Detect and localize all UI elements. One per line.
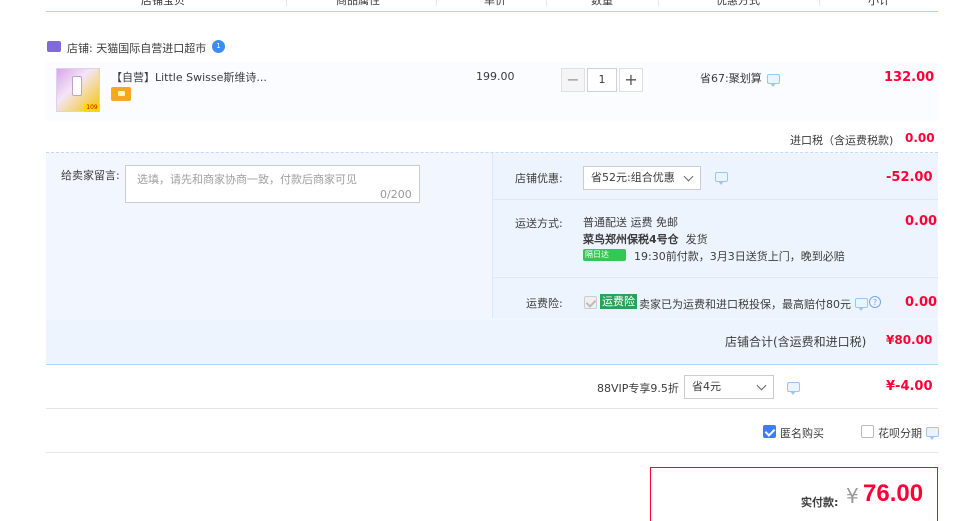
quantity-plus-button[interactable]: + (619, 68, 643, 92)
quantity-stepper: − 1 + (561, 68, 643, 92)
huabei-label[interactable]: 花呗分期 (878, 425, 922, 441)
anonymous-checkbox[interactable] (763, 425, 776, 438)
header-separator (436, 0, 437, 6)
product-bottle-image (72, 76, 82, 96)
next-day-badge: 隔日达 (583, 249, 626, 261)
quantity-input[interactable]: 1 (587, 68, 617, 92)
shop-badge[interactable]: 1 (212, 40, 225, 53)
shop-discount-selected: 省52元:组合优惠 (591, 171, 675, 184)
header-price: 单价 (484, 0, 506, 7)
header-attributes: 商品属性 (336, 0, 380, 7)
memo-char-count: 0/200 (380, 188, 412, 201)
payment-total: 76.00 (863, 480, 924, 507)
shipping-warehouse-line: 菜鸟郑州保税4号仓 发货 (583, 231, 708, 247)
vip-discount-select[interactable]: 省4元 (684, 375, 774, 399)
header-separator (819, 0, 820, 6)
shop-icon (47, 41, 61, 52)
quantity-minus-button[interactable]: − (561, 68, 585, 92)
panel-divider (492, 153, 493, 318)
shop-total-value: ¥80.00 (886, 333, 933, 347)
insurance-tag: 运费险 (600, 294, 637, 309)
import-tax-value: 0.00 (905, 131, 935, 145)
payment-label: 实付款: (801, 496, 839, 509)
shipping-value: 0.00 (905, 214, 938, 229)
column-header: 店铺宝贝 商品属性 单价 数量 优惠方式 小计 (46, 0, 938, 12)
huabei-checkbox[interactable] (861, 425, 874, 438)
chat-icon[interactable] (855, 298, 868, 311)
memo-placeholder: 选填，请先和商家协商一致，付款后商家可见 (137, 173, 357, 186)
shipping-label: 运送方式: (515, 217, 563, 230)
chat-icon[interactable] (787, 382, 800, 395)
divider (46, 408, 938, 409)
header-subtotal: 小计 (868, 0, 890, 7)
shipping-dispatch: 发货 (685, 233, 708, 246)
insurance-label: 运费险: (526, 297, 563, 310)
import-tax-label: 进口税（含运费税款) (790, 134, 894, 147)
shipping-row (493, 200, 938, 276)
header-separator (286, 0, 287, 6)
product-thumb-tag: 109 (84, 104, 100, 112)
header-separator (658, 0, 659, 6)
header-discount: 优惠方式 (716, 0, 760, 7)
currency-symbol: ¥ (846, 484, 859, 508)
insurance-text: 卖家已为运费和进口税投保，最高赔付80元 (639, 298, 851, 311)
chevron-down-icon (683, 171, 694, 182)
chat-icon[interactable] (715, 172, 728, 185)
shipping-method: 普通配送 运费 免邮 (583, 216, 678, 229)
header-quantity: 数量 (591, 0, 613, 7)
divider (46, 452, 938, 453)
memo-label: 给卖家留言: (61, 169, 120, 182)
divider (46, 364, 938, 365)
help-icon[interactable]: ? (869, 296, 881, 308)
shop-total-label: 店铺合计(含运费和进口税) (725, 335, 867, 349)
insurance-checkbox[interactable] (584, 296, 597, 309)
item-promo: 省67:聚划算 (700, 72, 762, 85)
shipping-warehouse: 菜鸟郑州保税4号仓 (583, 233, 679, 246)
chevron-down-icon (756, 380, 767, 391)
vip-discount-value: ¥-4.00 (886, 379, 933, 394)
shop-discount-value: -52.00 (886, 170, 933, 185)
insurance-value: 0.00 (905, 295, 938, 310)
shop-discount-select[interactable]: 省52元:组合优惠 (583, 166, 701, 190)
anonymous-label[interactable]: 匿名购买 (780, 425, 824, 441)
unit-price: 199.00 (476, 70, 515, 83)
shop-name[interactable]: 店铺: 天猫国际自营进口超市 (67, 40, 206, 56)
card-icon[interactable] (111, 87, 131, 101)
shop-discount-label: 店铺优惠: (515, 172, 563, 185)
header-separator (546, 0, 547, 6)
item-subtotal: 132.00 (884, 70, 935, 85)
header-shop-items: 店铺宝贝 (141, 0, 185, 7)
vip-discount-selected: 省4元 (692, 380, 721, 393)
vip-discount-label: 88VIP专享9.5折 (597, 382, 679, 395)
chat-icon[interactable] (767, 74, 780, 87)
chat-icon[interactable] (926, 427, 939, 440)
product-title[interactable]: 【自营】Little Swisse斯维诗... (111, 69, 271, 85)
shipping-note: 19:30前付款，3月3日送货上门，晚到必赔 (634, 250, 845, 263)
